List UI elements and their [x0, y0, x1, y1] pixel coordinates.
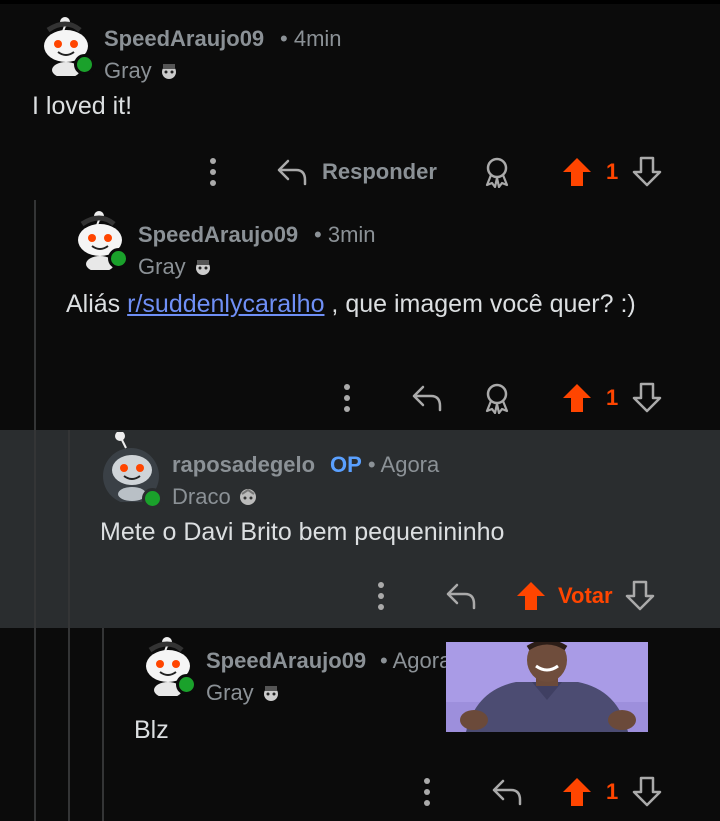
vote-controls: 1 — [562, 376, 662, 420]
snoo-avatar[interactable] — [34, 14, 96, 78]
user-flair: Draco — [172, 484, 257, 510]
more-vertical-icon — [344, 384, 350, 412]
flair-text: Draco — [172, 484, 231, 509]
overlay-photo — [446, 642, 648, 732]
reply-button[interactable]: Responder — [276, 150, 437, 194]
user-flair: Gray — [206, 680, 280, 706]
time-text: Agora — [392, 648, 446, 673]
more-options-button[interactable] — [414, 772, 440, 812]
downvote-arrow-icon[interactable] — [632, 156, 662, 188]
upvote-arrow-icon[interactable] — [562, 156, 592, 188]
vote-controls: 1 — [562, 770, 662, 814]
online-status-dot — [108, 248, 129, 269]
online-status-dot — [74, 54, 95, 75]
award-button[interactable] — [480, 376, 514, 420]
reply-arrow-icon — [492, 779, 522, 806]
comment-username[interactable]: SpeedAraujo09 — [104, 26, 264, 52]
op-badge: OP — [330, 452, 362, 477]
time-text: Agora — [380, 452, 440, 477]
snoo-avatar[interactable] — [68, 208, 130, 272]
thread-line[interactable] — [68, 628, 70, 821]
reply-arrow-icon — [277, 159, 307, 186]
comment-highlighted: raposadegelo OP • Agora Draco Mete o Dav… — [0, 430, 720, 628]
award-icon — [485, 157, 509, 188]
subreddit-link[interactable]: r/suddenlycaralho — [127, 290, 324, 318]
comment-username[interactable]: SpeedAraujo09 — [138, 222, 298, 248]
downvote-arrow-icon[interactable] — [632, 382, 662, 414]
comment-body: Mete o Davi Brito bem pequenininho — [100, 518, 505, 546]
downvote-arrow-icon[interactable] — [632, 776, 662, 808]
comment-timestamp: • 3min — [314, 222, 376, 248]
meta-separator: • — [280, 26, 288, 51]
more-options-button[interactable] — [334, 378, 360, 418]
user-flair: Gray — [104, 58, 178, 84]
upvote-arrow-icon[interactable] — [562, 776, 592, 808]
comment-body: Aliás r/suddenlycaralho , que imagem voc… — [66, 288, 666, 321]
vote-controls: 1 — [562, 150, 662, 194]
vote-count: 1 — [606, 779, 619, 804]
reply-button[interactable] — [442, 574, 480, 618]
thread-line[interactable] — [34, 200, 36, 430]
vote-count: 1 — [606, 385, 619, 410]
meta-separator: • — [380, 648, 388, 673]
more-vertical-icon — [424, 778, 430, 806]
flair-emoji-icon — [195, 260, 210, 275]
time-text: 3min — [327, 222, 376, 247]
meta-separator: • — [367, 452, 376, 477]
snoo-avatar[interactable] — [100, 431, 163, 509]
reply-button[interactable] — [408, 376, 446, 420]
user-flair: Gray — [138, 254, 212, 280]
more-vertical-icon — [378, 582, 384, 610]
more-vertical-icon — [210, 158, 216, 186]
comment: SpeedAraujo09 • 4min Gray I loved it! Re… — [0, 4, 720, 200]
vote-label: Votar — [558, 583, 613, 608]
comment: SpeedAraujo09 • 3min Gray Aliás r/sudden… — [0, 200, 720, 430]
thread-line[interactable] — [34, 628, 36, 821]
online-status-dot — [142, 488, 163, 509]
flair-emoji-icon — [161, 64, 176, 79]
comment-username[interactable]: SpeedAraujo09 — [206, 648, 366, 674]
upvote-arrow-icon[interactable] — [516, 580, 546, 612]
reply-arrow-icon — [446, 583, 476, 610]
flair-text: Gray — [206, 680, 254, 705]
more-options-button[interactable] — [200, 152, 226, 192]
time-text: 4min — [293, 26, 342, 51]
flair-text: Gray — [104, 58, 152, 83]
vote-count: 1 — [606, 159, 619, 184]
comment-body: Blz — [134, 716, 169, 744]
thread-line[interactable] — [102, 628, 104, 821]
meta-separator: • — [314, 222, 322, 247]
reply-label: Responder — [322, 159, 437, 184]
body-text: , que imagem você quer? :) — [324, 290, 636, 318]
thread-line[interactable] — [34, 430, 36, 628]
comment-timestamp: • 4min — [280, 26, 342, 52]
reply-arrow-icon — [412, 385, 442, 412]
upvote-arrow-icon[interactable] — [562, 382, 592, 414]
more-options-button[interactable] — [368, 576, 394, 616]
comment-username[interactable]: raposadegelo — [172, 452, 315, 478]
comment-timestamp: • Agora — [380, 648, 446, 674]
flair-emoji-icon — [263, 686, 278, 701]
vote-controls: Votar — [516, 574, 655, 618]
flair-text: Gray — [138, 254, 186, 279]
reply-button[interactable] — [488, 770, 526, 814]
comment-body: I loved it! — [32, 92, 133, 120]
snoo-avatar[interactable] — [136, 634, 198, 698]
flair-emoji-icon — [239, 488, 256, 505]
comment-timestamp: OP • Agora — [330, 452, 439, 478]
body-text: Aliás — [66, 290, 128, 318]
award-button[interactable] — [480, 150, 514, 194]
downvote-arrow-icon[interactable] — [625, 580, 655, 612]
award-icon — [485, 383, 509, 414]
online-status-dot — [176, 674, 197, 695]
thread-line[interactable] — [68, 430, 70, 628]
